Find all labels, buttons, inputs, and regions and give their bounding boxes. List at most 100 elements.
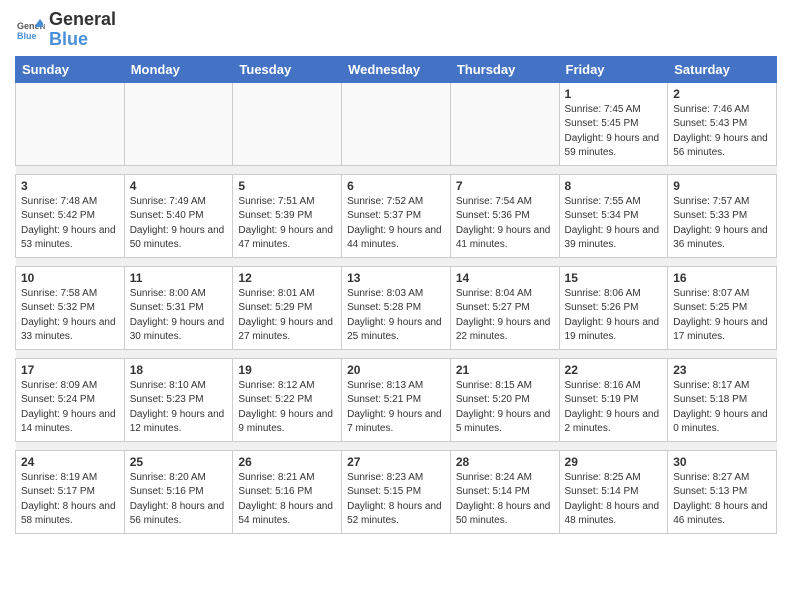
day-number: 4	[130, 179, 228, 193]
day-info: Sunrise: 7:49 AM Sunset: 5:40 PM Dayligh…	[130, 195, 228, 253]
page: General Blue General Blue SundayMondayTu…	[0, 0, 792, 544]
day-info: Sunrise: 8:16 AM Sunset: 5:19 PM Dayligh…	[565, 379, 663, 437]
day-number: 22	[565, 363, 663, 377]
calendar-cell: 23 Sunrise: 8:17 AM Sunset: 5:18 PM Dayli…	[668, 358, 777, 441]
weekday-header-friday: Friday	[559, 56, 668, 82]
day-number: 6	[347, 179, 445, 193]
week-spacer	[16, 441, 777, 450]
day-info: Sunrise: 8:17 AM Sunset: 5:18 PM Dayligh…	[673, 379, 771, 437]
day-number: 2	[673, 87, 771, 101]
day-number: 28	[456, 455, 554, 469]
day-number: 1	[565, 87, 663, 101]
day-number: 14	[456, 271, 554, 285]
day-info: Sunrise: 8:19 AM Sunset: 5:17 PM Dayligh…	[21, 471, 119, 529]
calendar-cell: 26 Sunrise: 8:21 AM Sunset: 5:16 PM Dayli…	[233, 450, 342, 533]
day-number: 19	[238, 363, 336, 377]
logo-text: General Blue	[49, 10, 116, 50]
day-number: 25	[130, 455, 228, 469]
calendar-cell: 7Sunrise: 7:54 AM Sunset: 5:36 PM Daylig…	[450, 174, 559, 257]
day-info: Sunrise: 7:51 AM Sunset: 5:39 PM Dayligh…	[238, 195, 336, 253]
day-number: 11	[130, 271, 228, 285]
calendar-cell	[124, 82, 233, 165]
day-info: Sunrise: 8:25 AM Sunset: 5:14 PM Dayligh…	[565, 471, 663, 529]
day-info: Sunrise: 8:04 AM Sunset: 5:27 PM Dayligh…	[456, 287, 554, 345]
day-number: 10	[21, 271, 119, 285]
day-number: 9	[673, 179, 771, 193]
day-number: 26	[238, 455, 336, 469]
calendar-cell: 20 Sunrise: 8:13 AM Sunset: 5:21 PM Dayli…	[342, 358, 451, 441]
day-info: Sunrise: 8:13 AM Sunset: 5:21 PM Dayligh…	[347, 379, 445, 437]
day-info: Sunrise: 8:10 AM Sunset: 5:23 PM Dayligh…	[130, 379, 228, 437]
calendar-cell: 3Sunrise: 7:48 AM Sunset: 5:42 PM Daylig…	[16, 174, 125, 257]
day-info: Sunrise: 7:48 AM Sunset: 5:42 PM Dayligh…	[21, 195, 119, 253]
week-row-4: 24 Sunrise: 8:19 AM Sunset: 5:17 PM Dayli…	[16, 450, 777, 533]
day-number: 24	[21, 455, 119, 469]
header: General Blue General Blue	[15, 10, 777, 50]
day-number: 16	[673, 271, 771, 285]
day-number: 29	[565, 455, 663, 469]
day-number: 18	[130, 363, 228, 377]
calendar-table: SundayMondayTuesdayWednesdayThursdayFrid…	[15, 56, 777, 534]
calendar-cell: 19 Sunrise: 8:12 AM Sunset: 5:22 PM Dayli…	[233, 358, 342, 441]
calendar-cell: 5 Sunrise: 7:51 AM Sunset: 5:39 PM Daylig…	[233, 174, 342, 257]
day-info: Sunrise: 8:15 AM Sunset: 5:20 PM Dayligh…	[456, 379, 554, 437]
day-number: 13	[347, 271, 445, 285]
day-info: Sunrise: 8:06 AM Sunset: 5:26 PM Dayligh…	[565, 287, 663, 345]
day-number: 17	[21, 363, 119, 377]
day-info: Sunrise: 8:01 AM Sunset: 5:29 PM Dayligh…	[238, 287, 336, 345]
weekday-header-saturday: Saturday	[668, 56, 777, 82]
calendar-cell: 16 Sunrise: 8:07 AM Sunset: 5:25 PM Dayli…	[668, 266, 777, 349]
week-row-3: 17 Sunrise: 8:09 AM Sunset: 5:24 PM Dayli…	[16, 358, 777, 441]
day-info: Sunrise: 8:09 AM Sunset: 5:24 PM Dayligh…	[21, 379, 119, 437]
day-number: 20	[347, 363, 445, 377]
calendar-cell	[233, 82, 342, 165]
calendar-cell: 9 Sunrise: 7:57 AM Sunset: 5:33 PM Daylig…	[668, 174, 777, 257]
day-info: Sunrise: 8:20 AM Sunset: 5:16 PM Dayligh…	[130, 471, 228, 529]
day-info: Sunrise: 8:21 AM Sunset: 5:16 PM Dayligh…	[238, 471, 336, 529]
day-info: Sunrise: 8:03 AM Sunset: 5:28 PM Dayligh…	[347, 287, 445, 345]
day-info: Sunrise: 7:46 AM Sunset: 5:43 PM Dayligh…	[673, 103, 771, 161]
day-info: Sunrise: 7:52 AM Sunset: 5:37 PM Dayligh…	[347, 195, 445, 253]
week-row-1: 3Sunrise: 7:48 AM Sunset: 5:42 PM Daylig…	[16, 174, 777, 257]
day-info: Sunrise: 8:24 AM Sunset: 5:14 PM Dayligh…	[456, 471, 554, 529]
day-info: Sunrise: 8:07 AM Sunset: 5:25 PM Dayligh…	[673, 287, 771, 345]
calendar-cell: 29 Sunrise: 8:25 AM Sunset: 5:14 PM Dayli…	[559, 450, 668, 533]
svg-text:Blue: Blue	[17, 31, 37, 41]
calendar-cell: 11 Sunrise: 8:00 AM Sunset: 5:31 PM Dayli…	[124, 266, 233, 349]
calendar-cell: 10 Sunrise: 7:58 AM Sunset: 5:32 PM Dayli…	[16, 266, 125, 349]
calendar-cell: 15 Sunrise: 8:06 AM Sunset: 5:26 PM Dayli…	[559, 266, 668, 349]
week-row-0: 1Sunrise: 7:45 AM Sunset: 5:45 PM Daylig…	[16, 82, 777, 165]
weekday-header-wednesday: Wednesday	[342, 56, 451, 82]
calendar-cell: 14 Sunrise: 8:04 AM Sunset: 5:27 PM Dayli…	[450, 266, 559, 349]
day-info: Sunrise: 8:12 AM Sunset: 5:22 PM Dayligh…	[238, 379, 336, 437]
weekday-header-thursday: Thursday	[450, 56, 559, 82]
calendar-cell: 12 Sunrise: 8:01 AM Sunset: 5:29 PM Dayli…	[233, 266, 342, 349]
calendar-cell: 17 Sunrise: 8:09 AM Sunset: 5:24 PM Dayli…	[16, 358, 125, 441]
day-number: 15	[565, 271, 663, 285]
calendar-cell: 24 Sunrise: 8:19 AM Sunset: 5:17 PM Dayli…	[16, 450, 125, 533]
calendar-cell: 18 Sunrise: 8:10 AM Sunset: 5:23 PM Dayli…	[124, 358, 233, 441]
weekday-header-row: SundayMondayTuesdayWednesdayThursdayFrid…	[16, 56, 777, 82]
day-info: Sunrise: 7:57 AM Sunset: 5:33 PM Dayligh…	[673, 195, 771, 253]
calendar-cell: 21Sunrise: 8:15 AM Sunset: 5:20 PM Dayli…	[450, 358, 559, 441]
calendar-cell: 8 Sunrise: 7:55 AM Sunset: 5:34 PM Daylig…	[559, 174, 668, 257]
day-info: Sunrise: 7:55 AM Sunset: 5:34 PM Dayligh…	[565, 195, 663, 253]
day-number: 23	[673, 363, 771, 377]
calendar-cell: 27Sunrise: 8:23 AM Sunset: 5:15 PM Dayli…	[342, 450, 451, 533]
weekday-header-tuesday: Tuesday	[233, 56, 342, 82]
day-info: Sunrise: 8:23 AM Sunset: 5:15 PM Dayligh…	[347, 471, 445, 529]
calendar-cell: 25 Sunrise: 8:20 AM Sunset: 5:16 PM Dayli…	[124, 450, 233, 533]
logo-icon: General Blue	[15, 15, 45, 45]
calendar-cell: 1Sunrise: 7:45 AM Sunset: 5:45 PM Daylig…	[559, 82, 668, 165]
week-row-2: 10 Sunrise: 7:58 AM Sunset: 5:32 PM Dayli…	[16, 266, 777, 349]
day-info: Sunrise: 7:58 AM Sunset: 5:32 PM Dayligh…	[21, 287, 119, 345]
calendar-cell	[450, 82, 559, 165]
day-info: Sunrise: 8:00 AM Sunset: 5:31 PM Dayligh…	[130, 287, 228, 345]
calendar-cell: 13 Sunrise: 8:03 AM Sunset: 5:28 PM Dayli…	[342, 266, 451, 349]
calendar-cell	[16, 82, 125, 165]
day-number: 12	[238, 271, 336, 285]
day-number: 8	[565, 179, 663, 193]
day-number: 5	[238, 179, 336, 193]
calendar-cell: 6 Sunrise: 7:52 AM Sunset: 5:37 PM Daylig…	[342, 174, 451, 257]
calendar-cell: 22 Sunrise: 8:16 AM Sunset: 5:19 PM Dayli…	[559, 358, 668, 441]
